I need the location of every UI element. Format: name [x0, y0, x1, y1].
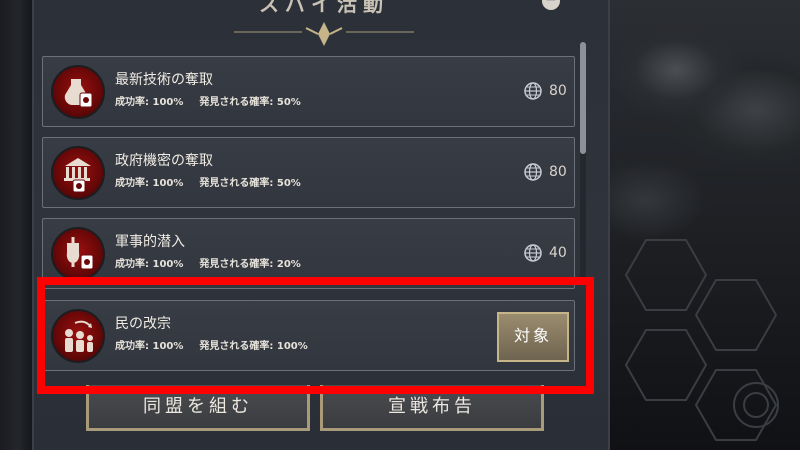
- action-stats: 成功率: 100% 発見される確率: 50%: [115, 93, 301, 108]
- title-ornament: [234, 22, 414, 46]
- flask-icon: [51, 65, 105, 119]
- scrollbar-thumb[interactable]: [580, 42, 586, 154]
- globe-icon: [524, 163, 542, 181]
- action-stats: 成功率: 100% 発見される確率: 50%: [115, 174, 301, 189]
- panel-title: スパイ活動: [259, 0, 389, 16]
- globe-icon: [524, 82, 542, 100]
- map-background-left: [0, 0, 32, 450]
- cost-value: 80: [549, 83, 567, 99]
- success-rate: 成功率: 100%: [115, 178, 184, 189]
- action-stats: 成功率: 100% 発見される確率: 20%: [115, 255, 301, 270]
- cost-value: 80: [549, 164, 567, 180]
- action-row-steal-secrets[interactable]: 政府機密の奪取 成功率: 100% 発見される確率: 50% 80: [42, 137, 575, 208]
- minimize-button[interactable]: −: [542, 0, 560, 10]
- success-rate: 成功率: 100%: [115, 259, 184, 270]
- action-name: 最新技術の奪取: [115, 72, 213, 88]
- detection-rate: 発見される確率: 20%: [199, 259, 301, 270]
- detection-rate: 発見される確率: 50%: [199, 97, 301, 108]
- globe-icon: [524, 244, 542, 262]
- cost-value: 40: [549, 245, 567, 261]
- action-row-steal-tech[interactable]: 最新技術の奪取 成功率: 100% 発見される確率: 50% 80: [42, 56, 575, 127]
- detection-rate: 発見される確率: 50%: [199, 178, 301, 189]
- sword-shield-icon: [51, 227, 105, 281]
- action-name: 軍事的潜入: [115, 234, 185, 250]
- highlight-box: [37, 277, 594, 394]
- hex-grid-decoration: [624, 239, 779, 441]
- government-building-icon: [51, 146, 105, 200]
- success-rate: 成功率: 100%: [115, 97, 184, 108]
- action-name: 政府機密の奪取: [115, 153, 213, 169]
